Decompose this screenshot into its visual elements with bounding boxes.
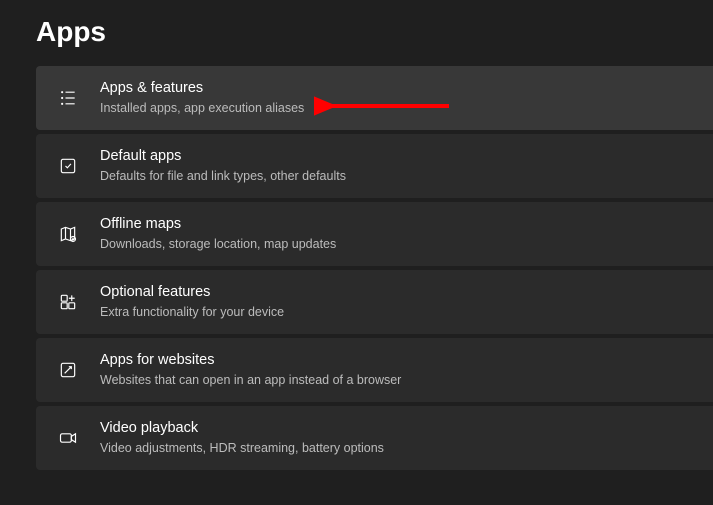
item-subtitle: Websites that can open in an app instead… xyxy=(100,372,401,388)
item-apps-features[interactable]: Apps & features Installed apps, app exec… xyxy=(36,66,713,130)
apps-websites-icon xyxy=(56,358,80,382)
item-title: Video playback xyxy=(100,419,384,438)
item-default-apps[interactable]: Default apps Defaults for file and link … xyxy=(36,134,713,198)
optional-features-icon xyxy=(56,290,80,314)
item-subtitle: Extra functionality for your device xyxy=(100,304,284,320)
apps-features-icon xyxy=(56,86,80,110)
item-optional-features[interactable]: Optional features Extra functionality fo… xyxy=(36,270,713,334)
item-subtitle: Installed apps, app execution aliases xyxy=(100,100,304,116)
item-title: Offline maps xyxy=(100,215,336,234)
default-apps-icon xyxy=(56,154,80,178)
item-title: Optional features xyxy=(100,283,284,302)
page-title: Apps xyxy=(0,0,713,66)
item-subtitle: Video adjustments, HDR streaming, batter… xyxy=(100,440,384,456)
item-title: Apps for websites xyxy=(100,351,401,370)
item-subtitle: Downloads, storage location, map updates xyxy=(100,236,336,252)
item-title: Apps & features xyxy=(100,79,304,98)
item-video-playback[interactable]: Video playback Video adjustments, HDR st… xyxy=(36,406,713,470)
video-playback-icon xyxy=(56,426,80,450)
item-title: Default apps xyxy=(100,147,346,166)
item-apps-websites[interactable]: Apps for websites Websites that can open… xyxy=(36,338,713,402)
offline-maps-icon xyxy=(56,222,80,246)
settings-items: Apps & features Installed apps, app exec… xyxy=(0,66,713,470)
item-offline-maps[interactable]: Offline maps Downloads, storage location… xyxy=(36,202,713,266)
item-subtitle: Defaults for file and link types, other … xyxy=(100,168,346,184)
